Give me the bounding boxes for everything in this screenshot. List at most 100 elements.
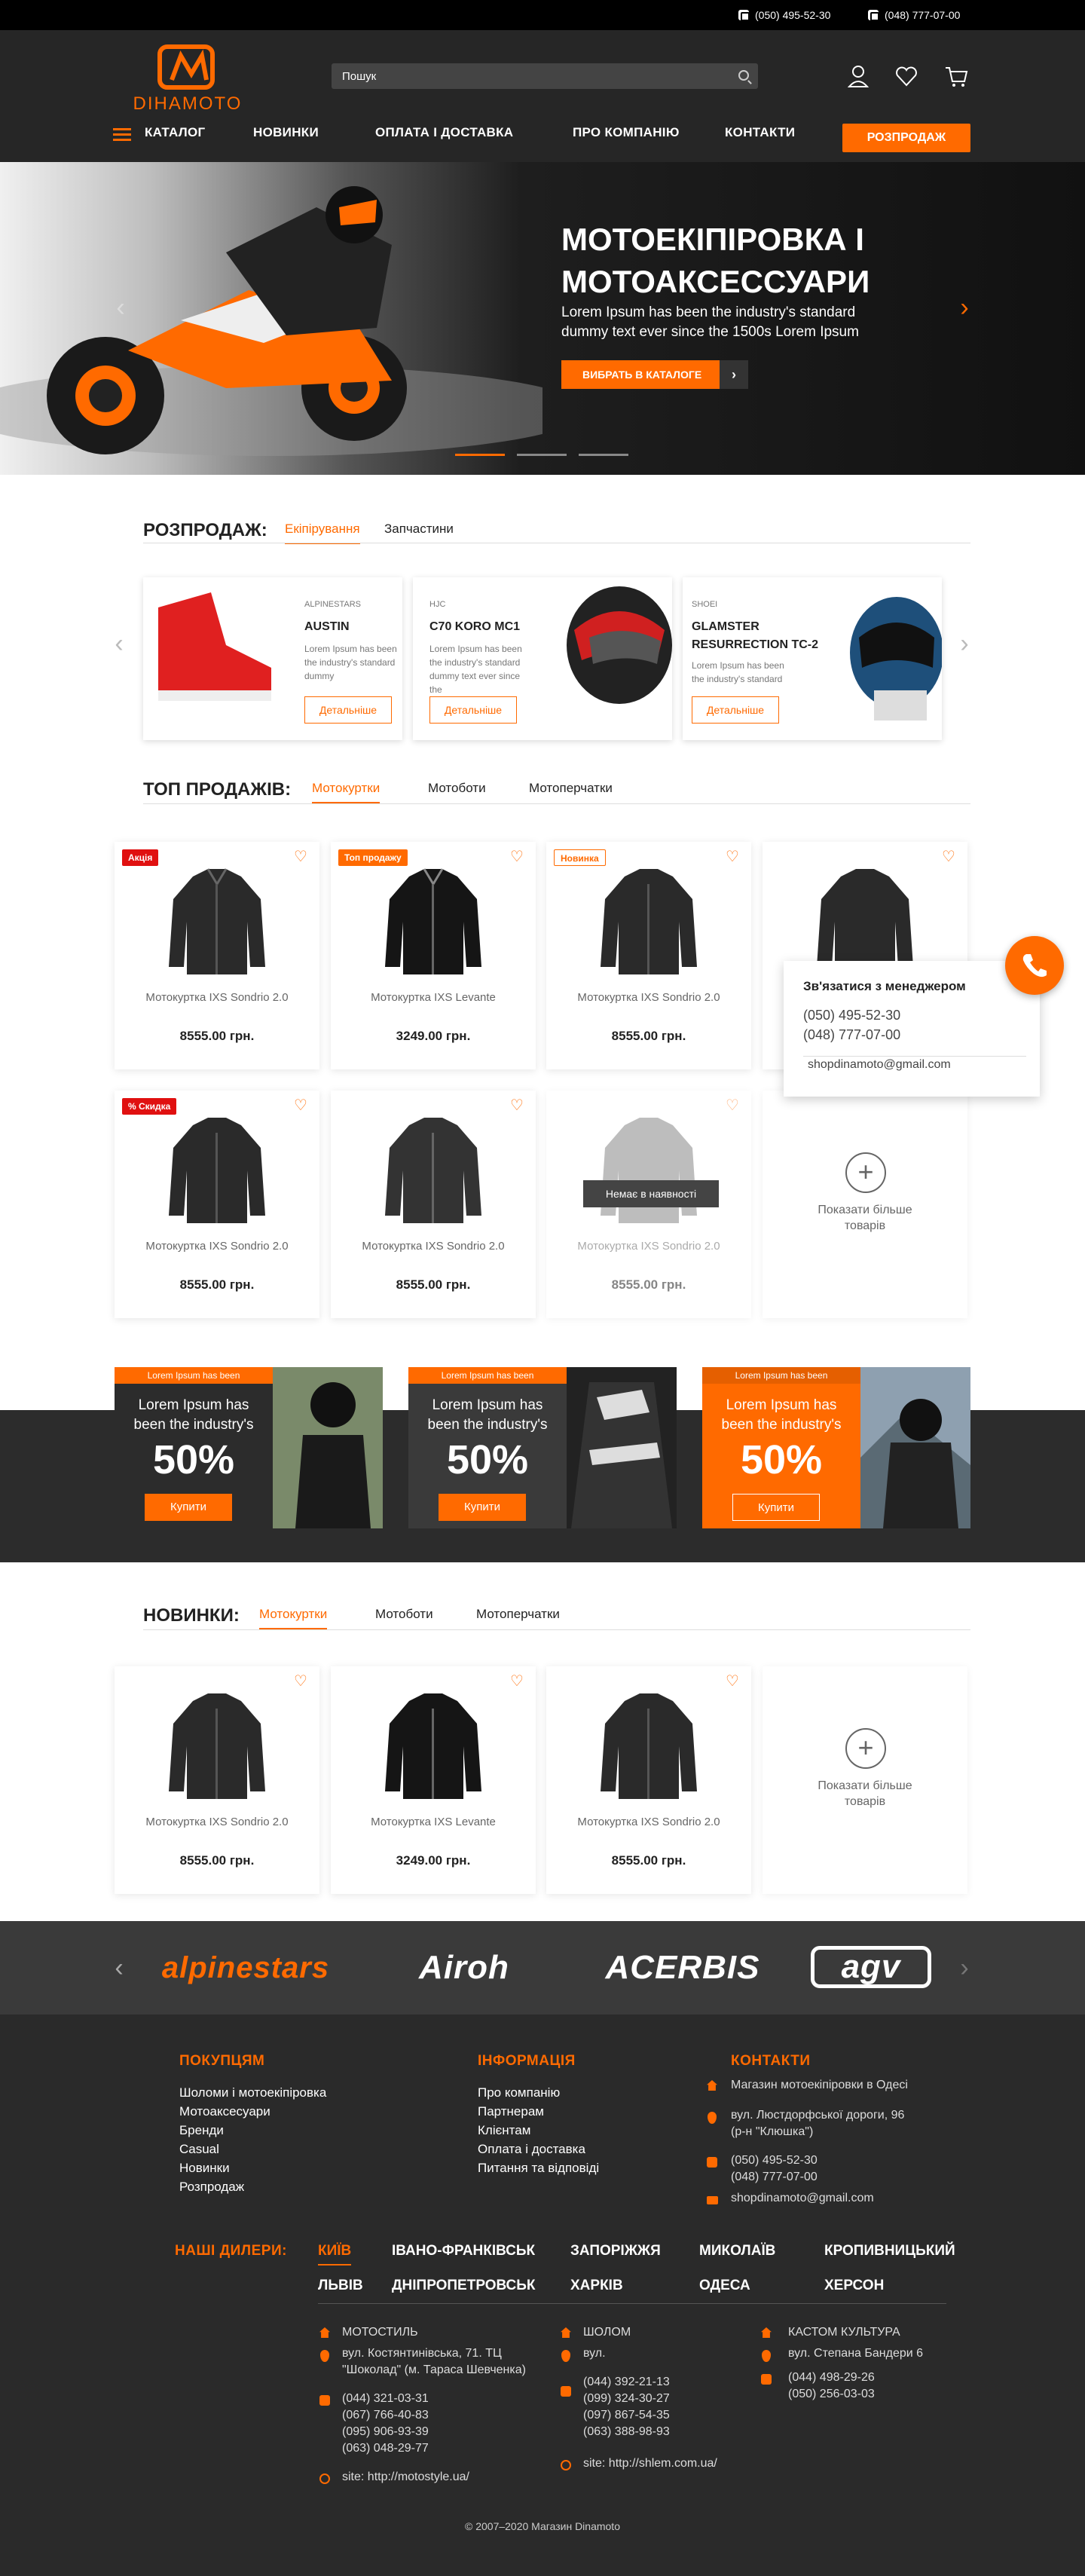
brand-logo-alpinestars[interactable]: alpinestars [148, 1946, 344, 1990]
dealer-site-link[interactable]: site: http://shlem.com.ua/ [583, 2455, 717, 2472]
tab-gloves[interactable]: Мотоперчатки [476, 1607, 560, 1622]
buy-button[interactable]: Купити [145, 1494, 232, 1521]
city-tab-kyiv[interactable]: КИЇВ [318, 2243, 352, 2265]
nav-contacts[interactable]: КОНТАКТИ [725, 125, 795, 140]
heart-icon[interactable]: ♡ [726, 1674, 741, 1689]
tab-gloves[interactable]: Мотоперчатки [529, 781, 613, 796]
hero-next-arrow[interactable]: › [955, 294, 973, 321]
heart-icon[interactable]: ♡ [294, 1674, 309, 1689]
heart-icon[interactable]: ♡ [294, 849, 309, 864]
city-tab[interactable]: ОДЕСА [699, 2278, 750, 2294]
sale-card[interactable]: HJC C70 KORO MC1 Lorem Ipsum has been th… [413, 577, 672, 740]
heart-icon[interactable]: ♡ [942, 849, 957, 864]
heart-icon[interactable]: ♡ [726, 849, 741, 864]
brands-prev-arrow[interactable]: ‹ [110, 1954, 128, 1981]
city-tab[interactable]: МИКОЛАЇВ [699, 2243, 775, 2259]
contact-email[interactable]: shopdinamoto@gmail.com [808, 1056, 951, 1074]
tab-parts[interactable]: Запчастини [384, 522, 454, 537]
contact-phone-2[interactable]: (048) 777-07-00 [803, 1027, 900, 1043]
search-icon[interactable] [738, 70, 749, 81]
sale-next-arrow[interactable]: › [955, 630, 973, 657]
sale-prev-arrow[interactable]: ‹ [110, 630, 128, 657]
promo-card[interactable]: Lorem Ipsum has been Lorem Ipsum has bee… [702, 1367, 970, 1528]
details-button[interactable]: Детальніше [692, 696, 779, 724]
heart-icon[interactable]: ♡ [510, 1098, 525, 1113]
footer-link[interactable]: Питання та відповіді [478, 2158, 599, 2177]
sale-button[interactable]: РОЗПРОДАЖ [842, 124, 970, 152]
footer-link[interactable]: Партнерам [478, 2102, 544, 2121]
buy-button[interactable]: Купити [439, 1494, 526, 1521]
footer-link[interactable]: Розпродаж [179, 2177, 244, 2196]
tab-jackets[interactable]: Мотокуртки [312, 781, 381, 803]
hero-dot-2[interactable] [517, 454, 567, 456]
cart-icon[interactable] [943, 63, 969, 89]
hero-catalog-button[interactable]: ВИБРАТЬ В КАТАЛОГЕ › [561, 360, 748, 389]
contact-phone-1[interactable]: (050) 495-52-30 [803, 1008, 900, 1023]
product-card[interactable]: Топ продажу ♡ Мотокуртка IXS Levante 324… [331, 842, 536, 1069]
product-card[interactable]: % Скидка ♡ Мотокуртка IXS Sondrio 2.0 85… [115, 1091, 319, 1318]
sale-title: РОЗПРОДАЖ: [143, 520, 267, 540]
logo[interactable]: DIHAMOTO [113, 44, 262, 115]
product-card[interactable]: Акція ♡ Мотокуртка IXS Sondrio 2.0 8555.… [115, 842, 319, 1069]
footer-link[interactable]: Клієнтам [478, 2121, 530, 2140]
product-card[interactable]: ♡ Мотокуртка IXS Sondrio 2.0 8555.00 грн… [115, 1666, 319, 1894]
footer-phone-1[interactable]: (050) 495-52-30 [731, 2152, 818, 2169]
tab-boots[interactable]: Мотоботи [428, 781, 486, 796]
show-more-card[interactable]: + Показати більше товарів [763, 1666, 967, 1894]
product-card[interactable]: ♡ Мотокуртка IXS Sondrio 2.0 8555.00 грн… [546, 1666, 751, 1894]
city-tab[interactable]: ЛЬВІВ [318, 2278, 363, 2294]
details-button[interactable]: Детальніше [429, 696, 517, 724]
heart-icon[interactable]: ♡ [510, 849, 525, 864]
footer-phone-2[interactable]: (048) 777-07-00 [731, 2169, 818, 2186]
user-icon[interactable] [845, 63, 871, 89]
tab-jackets[interactable]: Мотокуртки [259, 1607, 328, 1629]
city-tab[interactable]: КРОПИВНИЦЬКИЙ [824, 2243, 955, 2259]
nav-new[interactable]: НОВИНКИ [253, 125, 319, 140]
product-card[interactable]: ♡ Мотокуртка IXS Sondrio 2.0 8555.00 грн… [331, 1091, 536, 1318]
city-tab[interactable]: ХЕРСОН [824, 2278, 884, 2294]
promo-card[interactable]: Lorem Ipsum has been Lorem Ipsum has bee… [408, 1367, 677, 1528]
tab-boots[interactable]: Мотоботи [375, 1607, 433, 1622]
call-button[interactable] [1005, 936, 1064, 995]
search-input[interactable]: Пошук [332, 63, 758, 89]
brand-logo-acerbis[interactable]: ACERBIS [592, 1946, 773, 1990]
footer-link[interactable]: Бренди [179, 2121, 224, 2140]
dealer-site-link[interactable]: site: http://motostyle.ua/ [342, 2469, 469, 2486]
show-more-card[interactable]: + Показати більше товарів [763, 1091, 967, 1318]
sale-card[interactable]: ALPINESTARS AUSTIN Lorem Ipsum has been … [143, 577, 402, 740]
tab-equipment[interactable]: Екіпірування [285, 522, 360, 544]
brands-next-arrow[interactable]: › [955, 1954, 973, 1981]
footer-link[interactable]: Шоломи і мотоекіпіровка [179, 2083, 326, 2102]
buy-button[interactable]: Купити [732, 1494, 820, 1521]
nav-catalog[interactable]: КАТАЛОГ [145, 125, 206, 140]
nav-payment-delivery[interactable]: ОПЛАТА І ДОСТАВКА [375, 125, 513, 140]
brand-logo-airoh[interactable]: Airoh [374, 1946, 555, 1990]
city-tab[interactable]: ХАРКІВ [570, 2278, 623, 2294]
brand-logo-agv[interactable]: agv [811, 1946, 931, 1988]
hero-dot-1[interactable] [455, 454, 505, 456]
promo-card[interactable]: Lorem Ipsum has been Lorem Ipsum has bee… [115, 1367, 383, 1528]
hero-prev-arrow[interactable]: ‹ [112, 294, 130, 321]
top-phone-1[interactable]: (050) 495-52-30 [738, 9, 830, 21]
footer-link[interactable]: Новинки [179, 2158, 230, 2177]
sale-card[interactable]: SHOEI GLAMSTER RESURRECTION TC-2 Lorem I… [683, 577, 942, 740]
footer-link[interactable]: Casual [179, 2140, 219, 2158]
footer-link[interactable]: Мотоаксесуари [179, 2102, 270, 2121]
city-tab[interactable]: ІВАНО-ФРАНКІВСЬК [392, 2243, 535, 2259]
menu-icon[interactable] [113, 128, 131, 142]
footer-email[interactable]: shopdinamoto@gmail.com [731, 2190, 874, 2207]
hero-dot-3[interactable] [579, 454, 628, 456]
heart-icon[interactable] [894, 63, 919, 89]
product-card[interactable]: Новинка ♡ Мотокуртка IXS Sondrio 2.0 855… [546, 842, 751, 1069]
city-tab[interactable]: ЗАПОРІЖЖЯ [570, 2243, 661, 2259]
heart-icon[interactable]: ♡ [294, 1098, 309, 1113]
footer-link[interactable]: Оплата і доставка [478, 2140, 585, 2158]
product-card[interactable]: ♡ Мотокуртка IXS Levante 3249.00 грн. [331, 1666, 536, 1894]
top-phone-2[interactable]: (048) 777-07-00 [868, 9, 960, 21]
heart-icon[interactable]: ♡ [510, 1674, 525, 1689]
details-button[interactable]: Детальніше [304, 696, 392, 724]
city-tab[interactable]: ДНІПРОПЕТРОВСЬК [392, 2278, 536, 2294]
footer-link[interactable]: Про компанію [478, 2083, 560, 2102]
nav-about[interactable]: ПРО КОМПАНІЮ [573, 125, 680, 140]
heart-icon[interactable]: ♡ [726, 1098, 741, 1113]
